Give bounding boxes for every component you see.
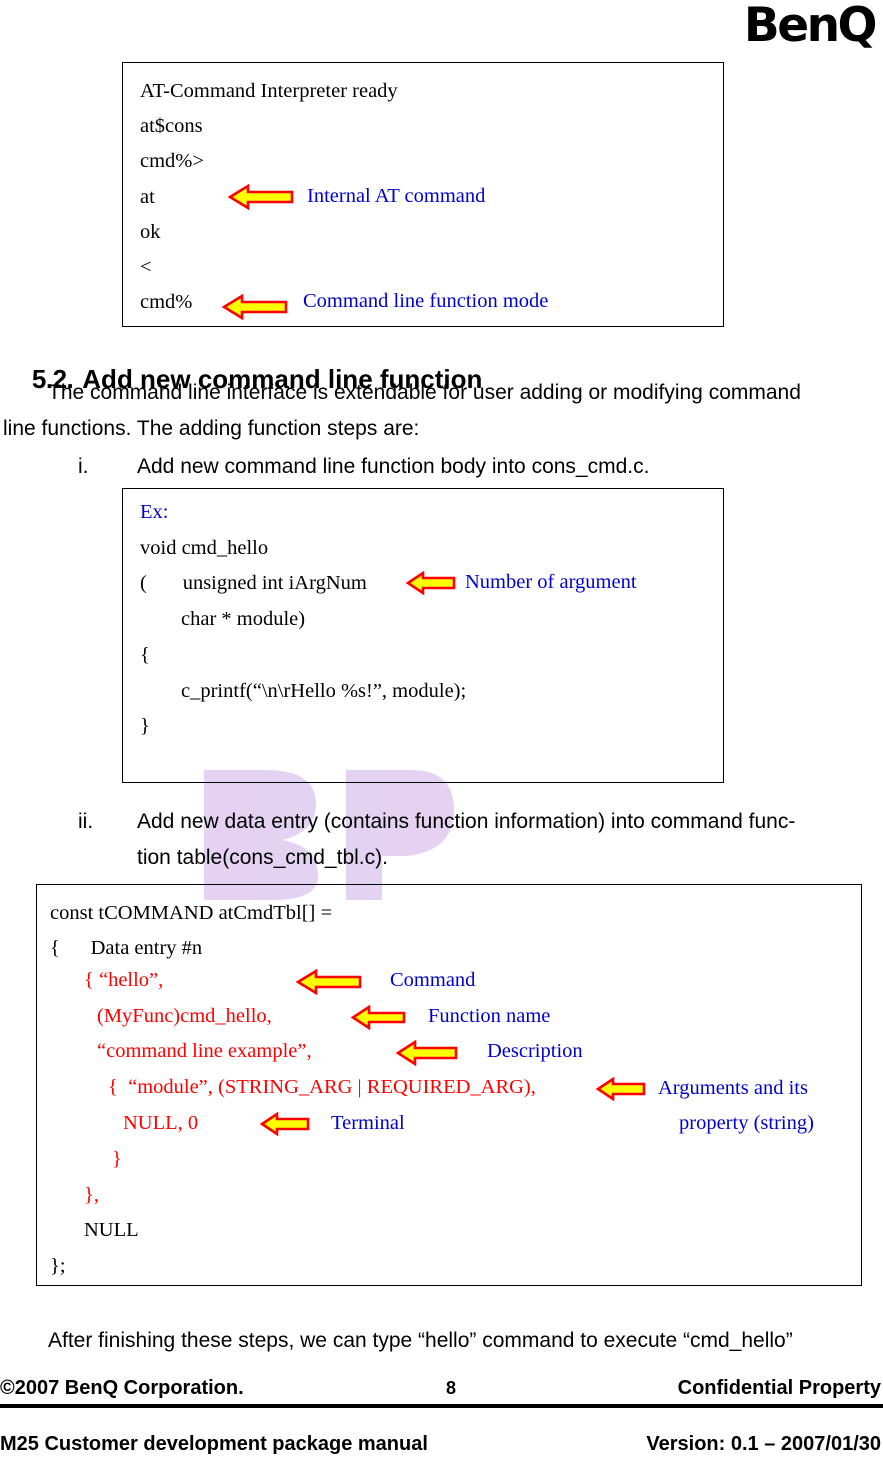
footer-manual-title: M25 Customer development package manual bbox=[0, 1433, 428, 1455]
callout-arrow-description bbox=[396, 1040, 458, 1066]
footer-copyright: ©2007 BenQ Corporation. bbox=[0, 1377, 244, 1399]
example-code-box bbox=[122, 488, 724, 783]
step-ii-line2: tion table(cons_cmd_tbl.c). bbox=[137, 846, 388, 869]
section-paragraph-line1: The command line interface is extendable… bbox=[48, 381, 801, 404]
step-i-text: Add new command line function body into … bbox=[137, 455, 650, 478]
callout-arrow-command-line-function-mode bbox=[222, 294, 288, 320]
callout-arrow-number-of-argument bbox=[406, 571, 456, 595]
closing-paragraph: After finishing these steps, we can type… bbox=[48, 1329, 793, 1352]
step-i-marker: i. bbox=[78, 455, 89, 478]
step-ii-marker: ii. bbox=[78, 810, 94, 833]
terminal-session-box bbox=[122, 62, 724, 327]
step-ii-line1: Add new data entry (contains function in… bbox=[137, 810, 796, 833]
benq-logo: BenQ bbox=[743, 0, 878, 53]
footer-page-number: 8 bbox=[446, 1378, 457, 1398]
section-heading: 5.2. Add new command line function bbox=[3, 340, 483, 418]
section-paragraph-line2: line functions. The adding function step… bbox=[3, 417, 420, 440]
footer-classification: Confidential Property bbox=[677, 1377, 881, 1399]
footer-version: Version: 0.1 – 2007/01/30 bbox=[646, 1433, 881, 1455]
document-page: BenQ AT-Command Interpreter ready at$con… bbox=[0, 0, 883, 1462]
callout-arrow-arguments bbox=[596, 1077, 646, 1101]
callout-arrow-function-name bbox=[351, 1005, 406, 1030]
callout-arrow-terminal bbox=[260, 1112, 310, 1136]
command-table-box bbox=[36, 884, 862, 1286]
footer-divider-rule bbox=[0, 1404, 883, 1408]
watermark-graphic bbox=[204, 770, 454, 900]
callout-arrow-internal-at-command bbox=[228, 184, 294, 210]
callout-arrow-command bbox=[296, 969, 362, 995]
